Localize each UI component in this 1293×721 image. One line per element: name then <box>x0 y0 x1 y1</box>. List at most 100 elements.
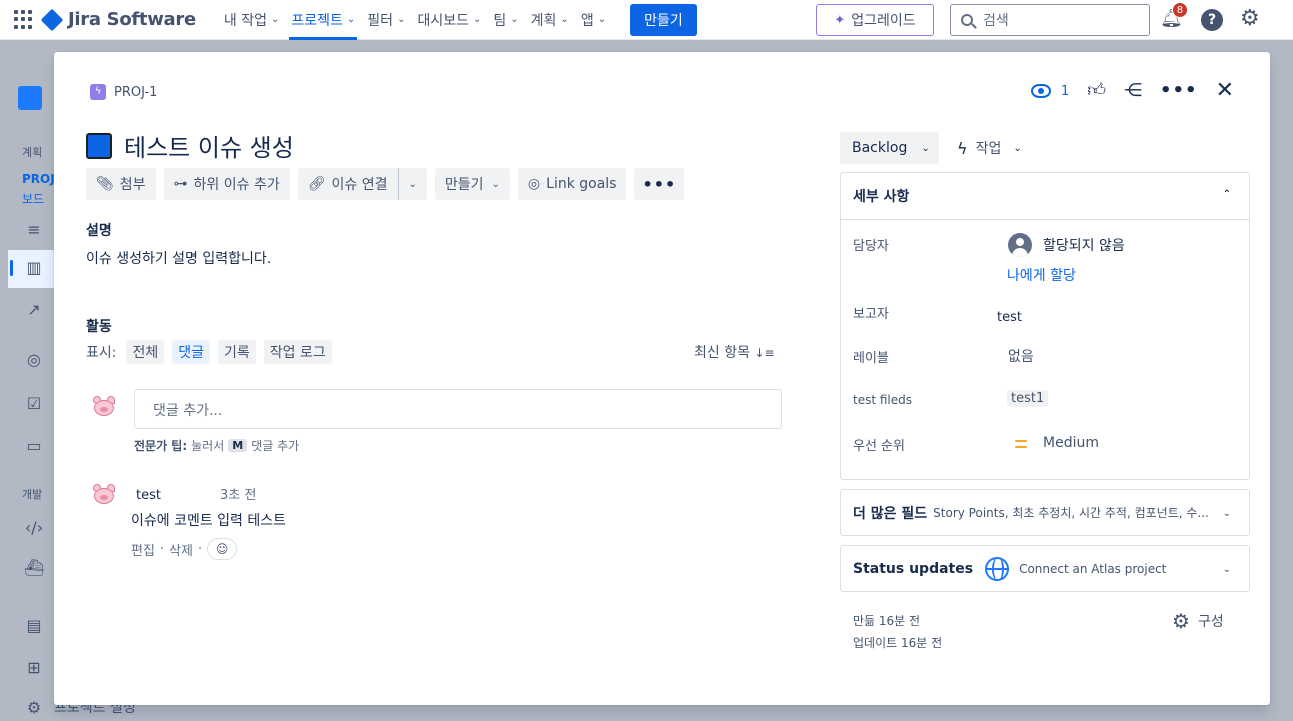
comment-body: 이슈에 코멘트 입력 테스트 <box>131 513 287 529</box>
issue-title[interactable]: 테스트 이슈 생성 <box>124 128 294 163</box>
settings-gear-icon[interactable]: ⚙ <box>1240 8 1260 30</box>
nav-item-filters[interactable]: 필터 ⌄ <box>361 0 411 40</box>
notifications-button[interactable]: 🔔︎ 8 <box>1160 2 1188 32</box>
add-child-issue-button[interactable]: ⊶ 하위 이슈 추가 <box>163 168 290 200</box>
goals-icon[interactable]: ◎ <box>24 350 44 370</box>
nav-item-label: 내 작업 <box>223 12 267 29</box>
like-icon[interactable]: 👍︎ <box>1087 80 1106 102</box>
eye-icon <box>1030 84 1051 98</box>
project-sidebar: 계획 PROJ 보드 ≡ ▥ ↗ ◎ ☑ ▭ 개발 ‹/› ⛴ ▤ ⊞ ⚙ <box>0 48 55 721</box>
comment-author[interactable]: test <box>136 488 161 503</box>
releases-icon[interactable]: ⛴ <box>24 558 44 578</box>
nav-item-plans[interactable]: 계획 ⌄ <box>525 0 575 40</box>
attach-button[interactable]: 📎︎ 첨부 <box>86 168 156 200</box>
details-heading: 세부 사항 <box>853 189 910 205</box>
chevron-down-icon: ⌄ <box>270 14 280 25</box>
nav-item-my-work[interactable]: 내 작업 ⌄ <box>218 0 285 40</box>
chevron-up-icon: ⌃ <box>1222 189 1231 200</box>
reports-icon[interactable]: ↗ <box>24 300 44 320</box>
sort-button[interactable]: 최신 항목 ↓≡ <box>694 342 775 362</box>
nav-item-projects[interactable]: 프로젝트 ⌄ <box>285 0 361 40</box>
create-button[interactable]: 만들기 <box>630 3 697 36</box>
chevron-down-icon: ⌄ <box>1222 508 1231 519</box>
status-dropdown[interactable]: Backlog ⌄ <box>840 132 939 164</box>
close-icon[interactable]: ✕ <box>1216 80 1234 102</box>
configure-button[interactable]: ⚙ 구성 <box>1172 609 1224 633</box>
link-goals-button[interactable]: ◎ Link goals <box>517 168 627 200</box>
sidebar-board-label[interactable]: 보드 <box>22 190 44 207</box>
issue-type-task-icon <box>86 132 112 159</box>
link-issue-button[interactable]: 🔗︎ 이슈 연결 <box>297 168 398 200</box>
jira-logo[interactable]: Jira Software <box>40 8 196 31</box>
delete-comment-link[interactable]: 삭제 <box>169 540 193 559</box>
nav-item-apps[interactable]: 앱 ⌄ <box>575 0 612 40</box>
filter-history[interactable]: 기록 <box>218 340 256 364</box>
issue-key-link[interactable]: PROJ-1 <box>114 85 157 100</box>
filter-all[interactable]: 전체 <box>126 340 165 364</box>
chevron-down-icon: ⌄ <box>510 14 519 25</box>
filter-comments[interactable]: 댓글 <box>172 340 211 364</box>
issue-top-actions: 1 👍︎ ⋲ ••• ✕ <box>1030 80 1234 102</box>
more-icon[interactable]: ••• <box>1160 80 1198 102</box>
search-icon <box>961 14 973 26</box>
comment-input[interactable]: 댓글 추가... <box>134 389 782 429</box>
filter-work-log[interactable]: 작업 로그 <box>263 340 332 364</box>
nav-item-teams[interactable]: 팀 ⌄ <box>487 0 524 40</box>
help-icon[interactable]: ? <box>1201 9 1223 31</box>
activity-filter-row: 표시: 전체 댓글 기록 작업 로그 <box>86 340 340 364</box>
status-updates-subtitle: Connect an Atlas project <box>1019 561 1167 576</box>
upgrade-button[interactable]: ✦ 업그레이드 <box>816 4 934 36</box>
edit-comment-link[interactable]: 편집 <box>131 540 155 559</box>
board-icon[interactable]: ▥ <box>24 258 44 278</box>
labels-value[interactable]: 없음 <box>1008 346 1034 366</box>
gear-icon: ⚙ <box>1172 609 1190 633</box>
issue-title-row: 테스트 이슈 생성 <box>86 128 294 163</box>
pages-icon[interactable]: ▤ <box>24 616 44 636</box>
share-icon[interactable]: ⋲ <box>1124 80 1142 102</box>
goal-target-icon: ◎ <box>527 176 541 192</box>
add-reaction-icon[interactable]: ☺ <box>207 538 238 560</box>
issues-icon[interactable]: ☑ <box>24 394 44 414</box>
nav-item-dashboards[interactable]: 대시보드 ⌄ <box>411 0 487 40</box>
nav-item-label: 앱 <box>580 12 594 29</box>
link-issue-split-button: 🔗︎ 이슈 연결 ⌄ <box>297 168 427 200</box>
assignee-value[interactable]: 할당되지 않음 <box>1043 235 1125 255</box>
details-panel-header[interactable]: 세부 사항 ⌃ <box>841 173 1249 220</box>
link-goals-label: Link goals <box>546 176 617 192</box>
nav-item-label: 팀 <box>493 12 507 29</box>
nav-item-label: 프로젝트 <box>291 12 343 29</box>
custom-field-tag[interactable]: test1 <box>1007 390 1049 407</box>
more-actions-button[interactable]: ••• <box>634 168 685 200</box>
upgrade-label: 업그레이드 <box>851 13 916 29</box>
reporter-value[interactable]: test <box>997 310 1022 325</box>
project-avatar[interactable] <box>18 86 42 110</box>
link-issue-dropdown[interactable]: ⌄ <box>397 168 427 200</box>
nav-item-label: 계획 <box>530 12 557 29</box>
calendar-icon[interactable]: ▭ <box>24 436 44 456</box>
create-menu-button[interactable]: 만들기 ⌄ <box>434 168 510 200</box>
priority-value[interactable]: Medium <box>1043 435 1099 451</box>
tip-bold: 전문가 팁: <box>134 439 188 453</box>
custom-field-label: test fileds <box>853 393 913 407</box>
app-switcher-icon[interactable] <box>14 9 34 30</box>
priority-label: 우선 순위 <box>853 439 905 454</box>
sidebar-project-name[interactable]: PROJ <box>22 172 55 186</box>
sort-label: 최신 항목 <box>694 345 750 361</box>
description-text[interactable]: 이슈 생성하기 설명 입력합니다. <box>86 248 271 268</box>
timeline-icon[interactable]: ≡ <box>24 220 44 240</box>
code-icon[interactable]: ‹/› <box>24 518 44 538</box>
activity-heading: 활동 <box>86 319 112 335</box>
paperclip-icon: 📎︎ <box>96 176 114 192</box>
project-settings-icon[interactable]: ⚙ <box>24 698 44 718</box>
assign-to-me-link[interactable]: 나에게 할당 <box>1007 265 1076 285</box>
action-dropdown[interactable]: ϟ 작업 ⌄ <box>957 132 1022 164</box>
watch-button[interactable]: 1 <box>1030 84 1069 99</box>
created-timestamp: 만듦 16분 전 <box>853 614 921 628</box>
more-fields-panel[interactable]: 더 많은 필드 Story Points, 최초 추정치, 시간 추적, 컴포넌… <box>840 489 1250 536</box>
sidebar-active-indicator <box>10 260 13 276</box>
search-input[interactable]: 검색 <box>950 4 1150 36</box>
add-shortcut-icon[interactable]: ⊞ <box>24 658 44 678</box>
lightning-icon: ϟ <box>957 138 968 158</box>
status-updates-panel[interactable]: Status updates Connect an Atlas project … <box>840 545 1250 592</box>
chevron-down-icon: ⌄ <box>1222 564 1231 575</box>
